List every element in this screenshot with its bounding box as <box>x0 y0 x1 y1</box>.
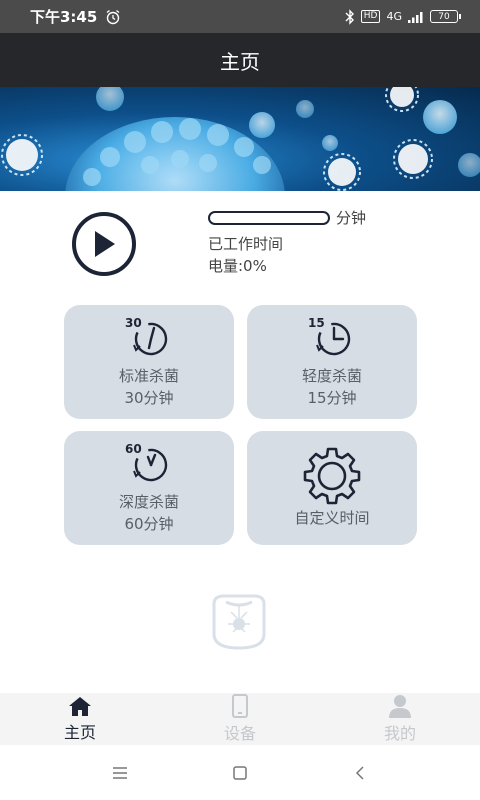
mode-custom-card[interactable]: 自定义时间 <box>247 431 417 545</box>
mode-standard-card[interactable]: 30 标准杀菌 30分钟 <box>64 305 234 419</box>
status-time: 下午3:45 <box>30 8 98 26</box>
mode-light-name: 轻度杀菌 <box>301 367 362 385</box>
nav-home[interactable]: 主页 <box>20 695 140 743</box>
page-title: 主页 <box>220 49 260 74</box>
bluetooth-icon <box>345 8 355 25</box>
nav-home-label: 主页 <box>63 723 96 742</box>
mode-deep-time: 60分钟 <box>124 515 174 533</box>
person-icon <box>389 695 411 718</box>
nav-devices[interactable]: 设备 <box>180 694 300 744</box>
menu-button[interactable] <box>100 758 140 788</box>
gear-icon <box>302 447 362 505</box>
battery-level: 70 <box>438 11 450 22</box>
svg-text:60: 60 <box>125 443 142 456</box>
system-nav-bar <box>0 745 480 800</box>
play-button[interactable] <box>72 212 136 276</box>
mode-standard-time: 30分钟 <box>124 389 174 407</box>
mode-standard-name: 标准杀菌 <box>118 367 179 385</box>
worked-time-label: 已工作时间 <box>208 235 284 253</box>
mode-light-card[interactable]: 15 轻度杀菌 15分钟 <box>247 305 417 419</box>
nav-profile-label: 我的 <box>383 724 416 743</box>
play-icon <box>95 231 115 257</box>
timer-30-icon: 30 <box>124 315 174 359</box>
work-progress: 分钟 <box>208 207 366 228</box>
mode-deep-name: 深度杀菌 <box>118 493 179 511</box>
square-icon <box>233 765 247 780</box>
battery-level-label: 电量:0% <box>208 257 267 275</box>
svg-text:15: 15 <box>308 317 325 330</box>
menu-icon <box>113 766 127 779</box>
status-bar: 下午3:45 HD 4G 70 <box>0 0 480 33</box>
timer-15-icon: 15 <box>307 315 357 359</box>
device-logo <box>206 592 272 652</box>
mode-custom-name: 自定义时间 <box>294 509 370 527</box>
home-button[interactable] <box>220 758 260 788</box>
phone-icon <box>232 694 248 718</box>
timer-60-icon: 60 <box>124 441 174 485</box>
back-button[interactable] <box>340 758 380 788</box>
bottom-nav: 主页 设备 我的 <box>0 693 480 745</box>
title-bar: 主页 <box>0 33 480 87</box>
alarm-icon <box>105 9 121 25</box>
mode-light-time: 15分钟 <box>307 389 357 407</box>
progress-bar <box>208 210 330 225</box>
progress-unit: 分钟 <box>336 209 367 227</box>
svg-text:30: 30 <box>125 317 142 330</box>
nav-devices-label: 设备 <box>223 724 256 743</box>
virus-banner-image <box>0 87 480 191</box>
mode-deep-card[interactable]: 60 深度杀菌 60分钟 <box>64 431 234 545</box>
nav-profile[interactable]: 我的 <box>340 694 460 744</box>
back-icon <box>355 765 364 780</box>
network-type: 4G <box>386 10 402 23</box>
battery-icon: 70 <box>430 10 461 23</box>
signal-icon <box>408 11 424 23</box>
hd-badge: HD <box>360 10 381 23</box>
home-icon <box>69 697 91 716</box>
